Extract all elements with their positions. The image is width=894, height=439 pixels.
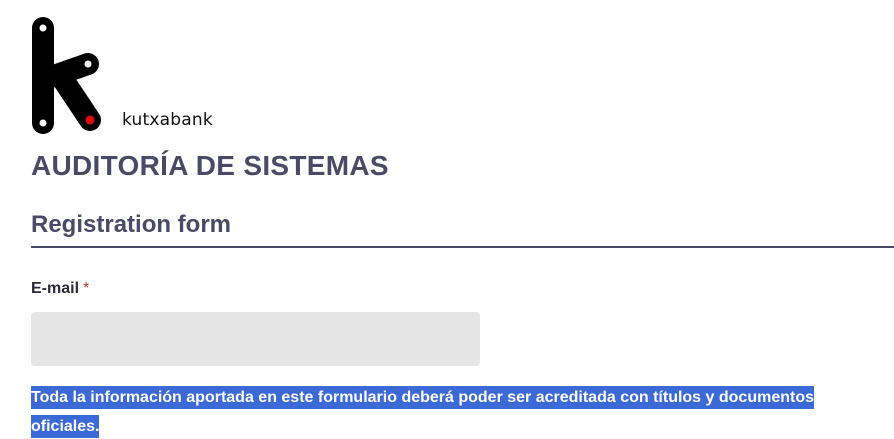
email-label: E-mail * bbox=[31, 280, 89, 298]
page-title: AUDITORÍA DE SISTEMAS bbox=[31, 150, 389, 181]
required-marker: * bbox=[83, 280, 90, 297]
brand-name: kutxabank bbox=[122, 110, 213, 130]
email-label-text: E-mail bbox=[31, 280, 80, 297]
page: kutxabank AUDITORÍA DE SISTEMAS Registra… bbox=[0, 0, 894, 439]
brand-logo: kutxabank bbox=[28, 16, 213, 138]
form-divider bbox=[31, 246, 894, 248]
kutxabank-k-logo-icon bbox=[32, 17, 101, 134]
form-notice: Toda la información aportada en este for… bbox=[31, 383, 841, 439]
form-title: Registration form bbox=[31, 211, 232, 238]
notice-text: Toda la información aportada en este for… bbox=[31, 386, 814, 438]
email-field[interactable] bbox=[31, 312, 480, 366]
